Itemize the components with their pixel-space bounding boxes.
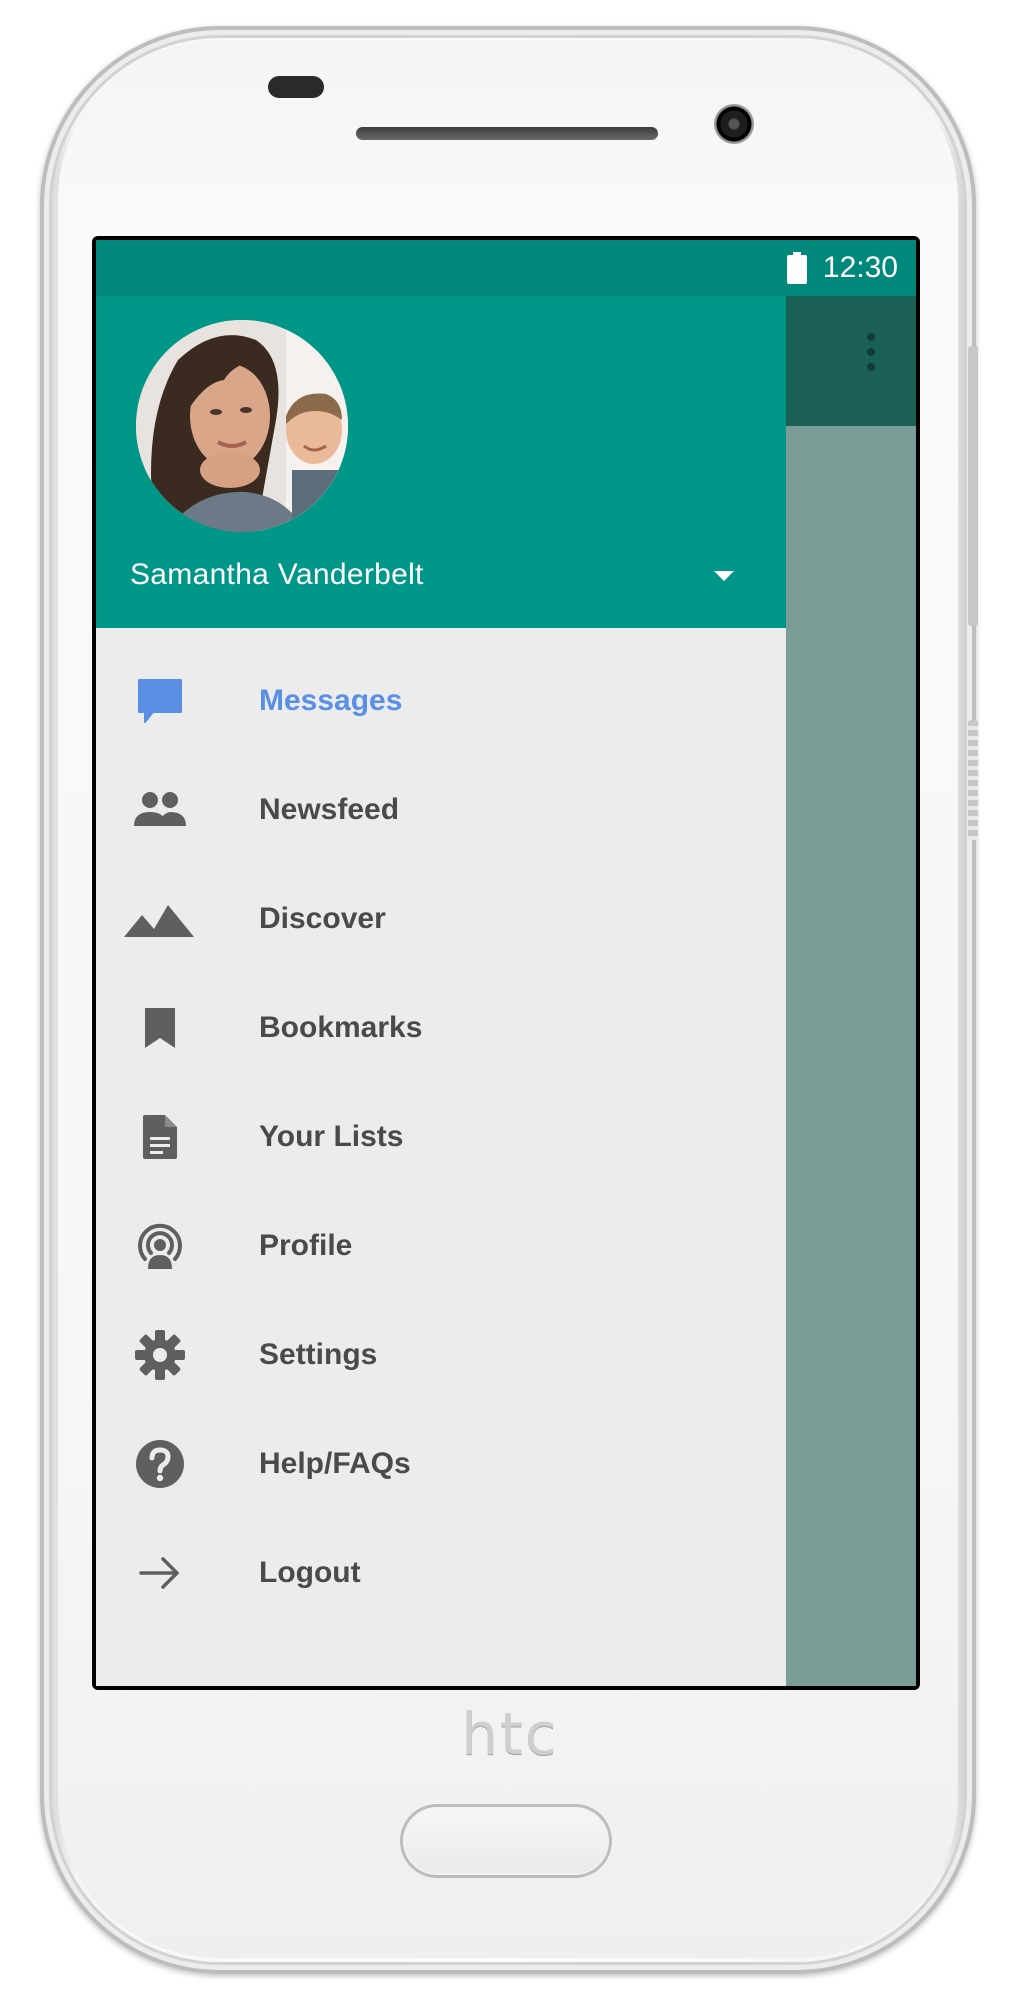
podcast-icon <box>120 1216 200 1276</box>
menu-item-label: Messages <box>259 683 403 717</box>
drawer-menu: Messages Newsfeed Discover Bookmarks You… <box>96 628 786 1627</box>
menu-item-label: Discover <box>259 901 386 935</box>
menu-item-help[interactable]: Help/FAQs <box>96 1409 786 1518</box>
menu-item-label: Profile <box>259 1228 353 1262</box>
menu-item-discover[interactable]: Discover <box>96 864 786 973</box>
menu-item-label: Newsfeed <box>259 792 400 826</box>
power-button[interactable] <box>968 346 978 626</box>
screen-content: 12:30 Samantha Vanderbelt Messages Newsf… <box>96 240 916 1686</box>
bookmark-icon <box>120 998 200 1058</box>
gear-icon <box>120 1325 200 1385</box>
menu-item-label: Logout <box>259 1555 361 1589</box>
menu-item-label: Settings <box>259 1337 378 1371</box>
menu-item-settings[interactable]: Settings <box>96 1300 786 1409</box>
avatar-photo <box>136 320 348 532</box>
menu-item-profile[interactable]: Profile <box>96 1191 786 1300</box>
menu-item-newsfeed[interactable]: Newsfeed <box>96 755 786 864</box>
volume-button[interactable] <box>968 720 978 840</box>
screen: 12:30 Samantha Vanderbelt Messages Newsf… <box>92 236 920 1690</box>
menu-item-bookmarks[interactable]: Bookmarks <box>96 973 786 1082</box>
landscape-icon <box>120 889 200 949</box>
more-vert-icon[interactable] <box>866 332 876 372</box>
navigation-drawer: Samantha Vanderbelt Messages Newsfeed Di… <box>96 240 786 1686</box>
menu-item-your-lists[interactable]: Your Lists <box>96 1082 786 1191</box>
people-icon <box>120 780 200 840</box>
avatar[interactable] <box>136 320 348 532</box>
menu-item-label: Help/FAQs <box>259 1446 411 1480</box>
battery-icon <box>786 252 807 284</box>
document-icon <box>120 1107 200 1167</box>
arrow-forward-icon <box>120 1543 200 1603</box>
menu-item-messages[interactable]: Messages <box>96 646 786 755</box>
front-camera <box>714 104 754 144</box>
menu-item-label: Your Lists <box>259 1119 404 1153</box>
earpiece-speaker <box>356 127 658 140</box>
proximity-sensor <box>268 76 324 98</box>
menu-item-logout[interactable]: Logout <box>96 1518 786 1627</box>
brand-logo: htc <box>461 1700 559 1768</box>
page: htc 12:30 Samantha Vanderbelt Messages N… <box>0 0 1017 1992</box>
arrow-drop-down-icon[interactable] <box>710 566 738 586</box>
menu-item-label: Bookmarks <box>259 1010 423 1044</box>
account-name: Samantha Vanderbelt <box>130 558 424 591</box>
status-clock: 12:30 <box>822 251 898 284</box>
message-icon <box>120 671 200 731</box>
home-button[interactable] <box>400 1804 612 1878</box>
drawer-status-strip <box>96 240 786 296</box>
drawer-header: Samantha Vanderbelt <box>96 240 786 628</box>
help-icon <box>120 1434 200 1494</box>
